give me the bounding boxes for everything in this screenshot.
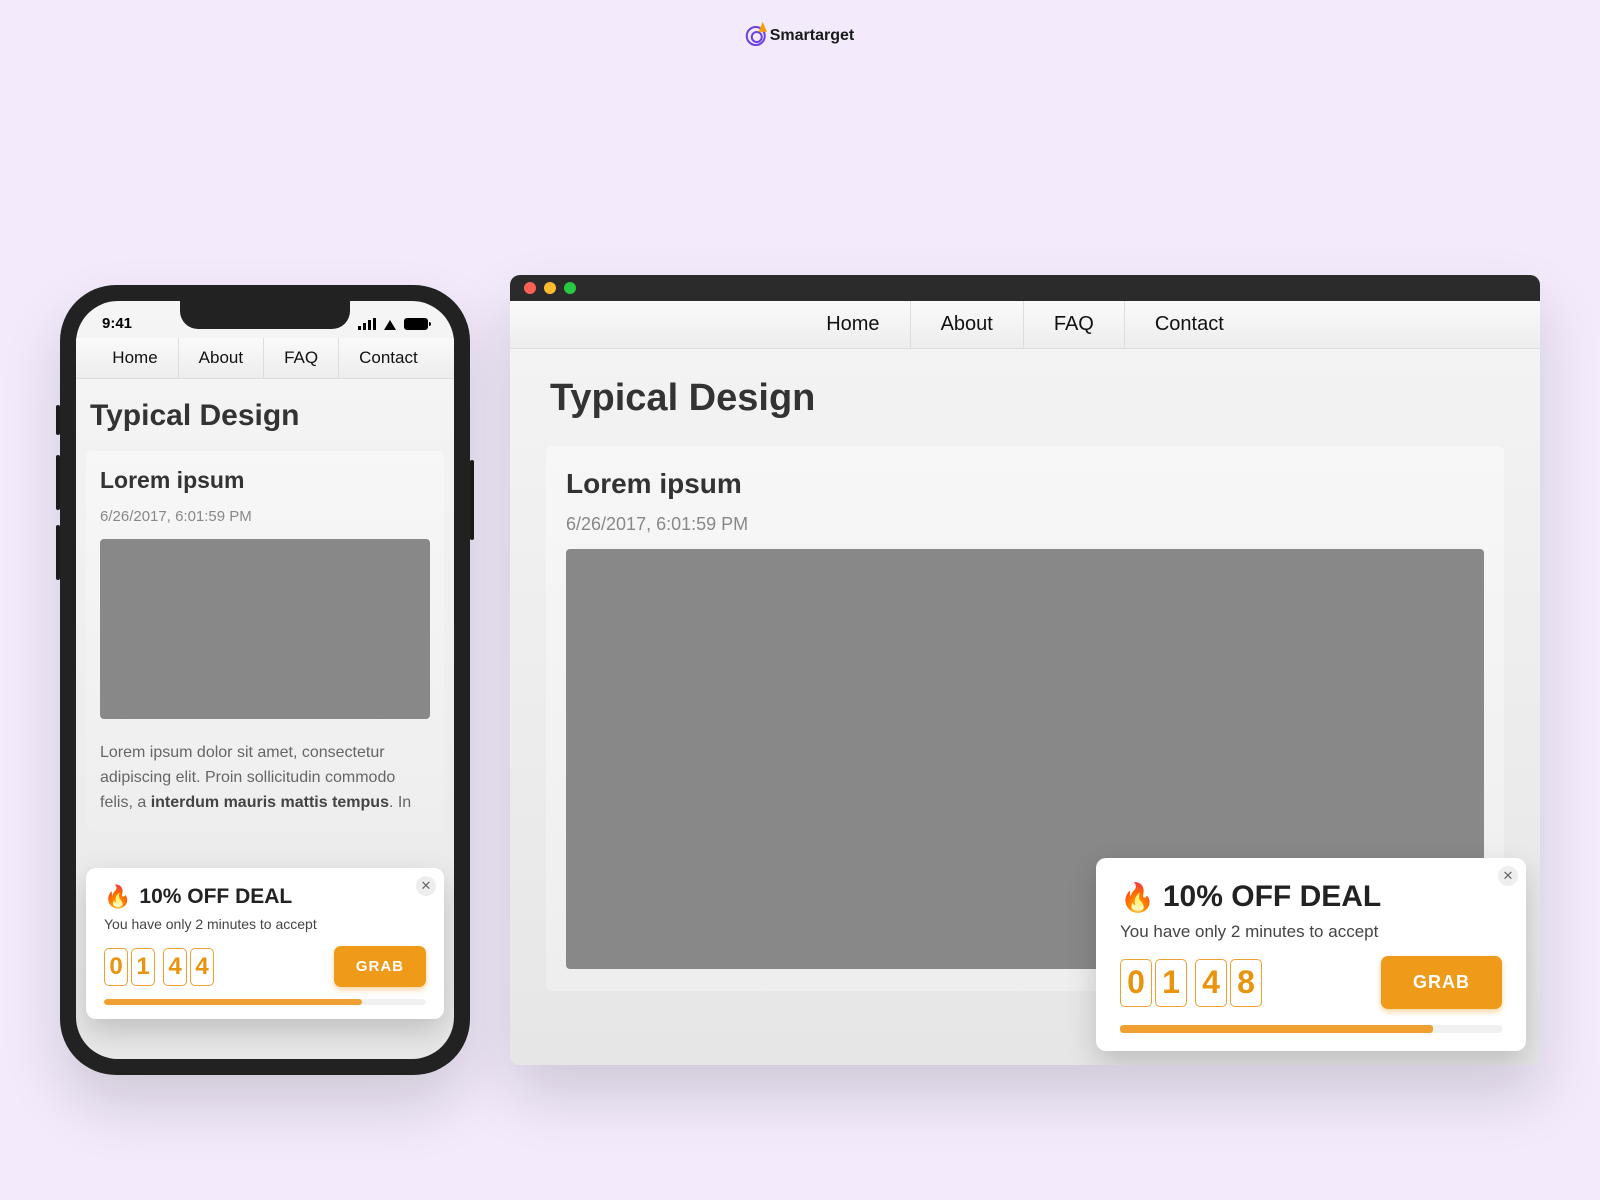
- deal-popup: ✕ 🔥 10% OFF DEAL You have only 2 minutes…: [86, 868, 444, 1019]
- phone-mockup: 9:41 Home About FAQ Contact Typical Desi…: [60, 285, 470, 1075]
- countdown-timer: 0 1 4 4: [104, 948, 214, 986]
- timer-digit: 4: [163, 948, 187, 986]
- nav-contact[interactable]: Contact: [338, 338, 438, 378]
- phone-notch: [180, 301, 350, 329]
- timer-digit: 4: [190, 948, 214, 986]
- close-icon[interactable]: ✕: [1498, 866, 1518, 886]
- popup-subtitle: You have only 2 minutes to accept: [104, 916, 426, 932]
- nav-about[interactable]: About: [178, 338, 263, 378]
- traffic-light-max-icon[interactable]: [564, 282, 576, 294]
- timer-digit: 1: [1155, 959, 1187, 1007]
- deal-popup: ✕ 🔥 10% OFF DEAL You have only 2 minutes…: [1096, 858, 1526, 1051]
- battery-icon: [404, 318, 428, 330]
- signal-icon: [358, 318, 376, 330]
- page-title: Typical Design: [76, 379, 454, 445]
- nav-about[interactable]: About: [910, 301, 1023, 348]
- timer-digit: 8: [1230, 959, 1262, 1007]
- brand-name: Smartarget: [770, 27, 854, 45]
- page-title: Typical Design: [510, 349, 1540, 436]
- target-icon: [746, 26, 766, 46]
- timer-digit: 1: [131, 948, 155, 986]
- brand-logo: Smartarget: [746, 26, 854, 46]
- timer-digit: 0: [1120, 959, 1152, 1007]
- nav-home[interactable]: Home: [92, 338, 177, 378]
- nav-bar: Home About FAQ Contact: [510, 301, 1540, 349]
- grab-button[interactable]: GRAB: [1381, 956, 1502, 1009]
- popup-title: 10% OFF DEAL: [139, 885, 292, 909]
- article-card: Lorem ipsum 6/26/2017, 6:01:59 PM Lorem …: [86, 451, 444, 831]
- nav-home[interactable]: Home: [796, 301, 909, 348]
- article-body: Lorem ipsum dolor sit amet, consectetur …: [100, 741, 430, 815]
- grab-button[interactable]: GRAB: [334, 946, 426, 987]
- traffic-light-close-icon[interactable]: [524, 282, 536, 294]
- article-heading: Lorem ipsum: [100, 467, 430, 494]
- timer-digit: 4: [1195, 959, 1227, 1007]
- traffic-light-min-icon[interactable]: [544, 282, 556, 294]
- nav-faq[interactable]: FAQ: [1023, 301, 1124, 348]
- status-time: 9:41: [102, 315, 132, 332]
- window-titlebar: [510, 275, 1540, 301]
- countdown-timer: 0 1 4 8: [1120, 959, 1262, 1007]
- nav-faq[interactable]: FAQ: [263, 338, 338, 378]
- nav-bar: Home About FAQ Contact: [76, 338, 454, 379]
- article-date: 6/26/2017, 6:01:59 PM: [100, 508, 430, 525]
- article-heading: Lorem ipsum: [566, 468, 1484, 500]
- popup-title: 10% OFF DEAL: [1163, 880, 1381, 914]
- close-icon[interactable]: ✕: [416, 876, 436, 896]
- progress-bar: [104, 999, 426, 1005]
- browser-mockup: Home About FAQ Contact Typical Design Lo…: [510, 275, 1540, 1065]
- fire-icon: 🔥: [1120, 881, 1155, 914]
- article-image: [100, 539, 430, 719]
- progress-bar: [1120, 1025, 1502, 1033]
- timer-digit: 0: [104, 948, 128, 986]
- popup-subtitle: You have only 2 minutes to accept: [1120, 922, 1502, 942]
- nav-contact[interactable]: Contact: [1124, 301, 1254, 348]
- article-date: 6/26/2017, 6:01:59 PM: [566, 514, 1484, 535]
- wifi-icon: [382, 318, 398, 330]
- fire-icon: 🔥: [104, 884, 131, 910]
